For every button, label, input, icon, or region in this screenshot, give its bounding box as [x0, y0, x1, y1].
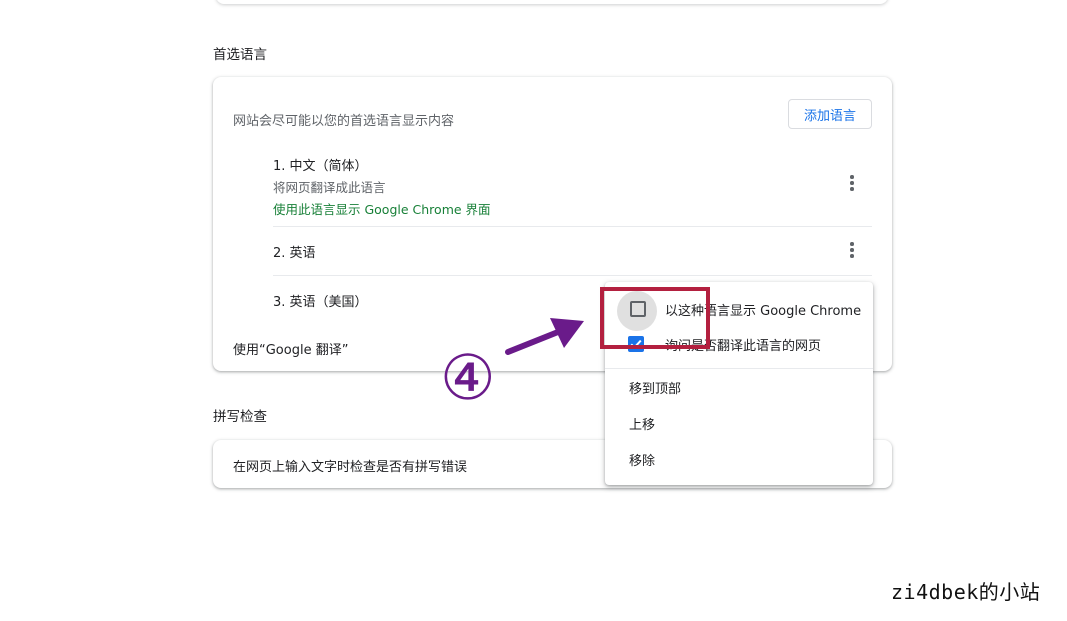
- preferred-languages-title: 首选语言: [213, 47, 267, 63]
- add-language-button[interactable]: 添加语言: [788, 99, 872, 129]
- divider: [273, 275, 872, 276]
- language-translate-target-note: 将网页翻译成此语言: [273, 180, 386, 195]
- menu-item-remove[interactable]: 移除: [629, 450, 849, 469]
- language-item-chinese-simplified: 1. 中文（简体） 将网页翻译成此语言 使用此语言显示 Google Chrom…: [273, 155, 872, 218]
- divider: [273, 226, 872, 227]
- language-name: 2. 英语: [273, 246, 316, 261]
- language-item-english: 2. 英语: [273, 242, 872, 261]
- menu-separator: [605, 368, 873, 369]
- annotation-arrow-icon: [505, 318, 584, 355]
- language-ui-note: 使用此语言显示 Google Chrome 界面: [273, 202, 491, 217]
- spell-check-toggle-label[interactable]: 在网页上输入文字时检查是否有拼写错误: [233, 456, 467, 475]
- menu-item-move-up[interactable]: 上移: [629, 414, 849, 433]
- step-number-badge: ④: [440, 341, 496, 414]
- google-translate-label: 使用“Google 翻译”: [233, 343, 349, 358]
- more-actions-icon[interactable]: [842, 240, 862, 260]
- previous-section-card-edge: [216, 0, 888, 4]
- language-name: 1. 中文（简体）: [273, 159, 368, 174]
- more-actions-icon[interactable]: [842, 173, 862, 193]
- menu-item-move-to-top[interactable]: 移到顶部: [629, 378, 849, 397]
- watermark: zi4dbek的小站: [891, 580, 1041, 604]
- spell-check-title: 拼写检查: [213, 409, 267, 425]
- highlight-box: [600, 287, 710, 349]
- preferred-languages-description: 网站会尽可能以您的首选语言显示内容: [233, 114, 455, 129]
